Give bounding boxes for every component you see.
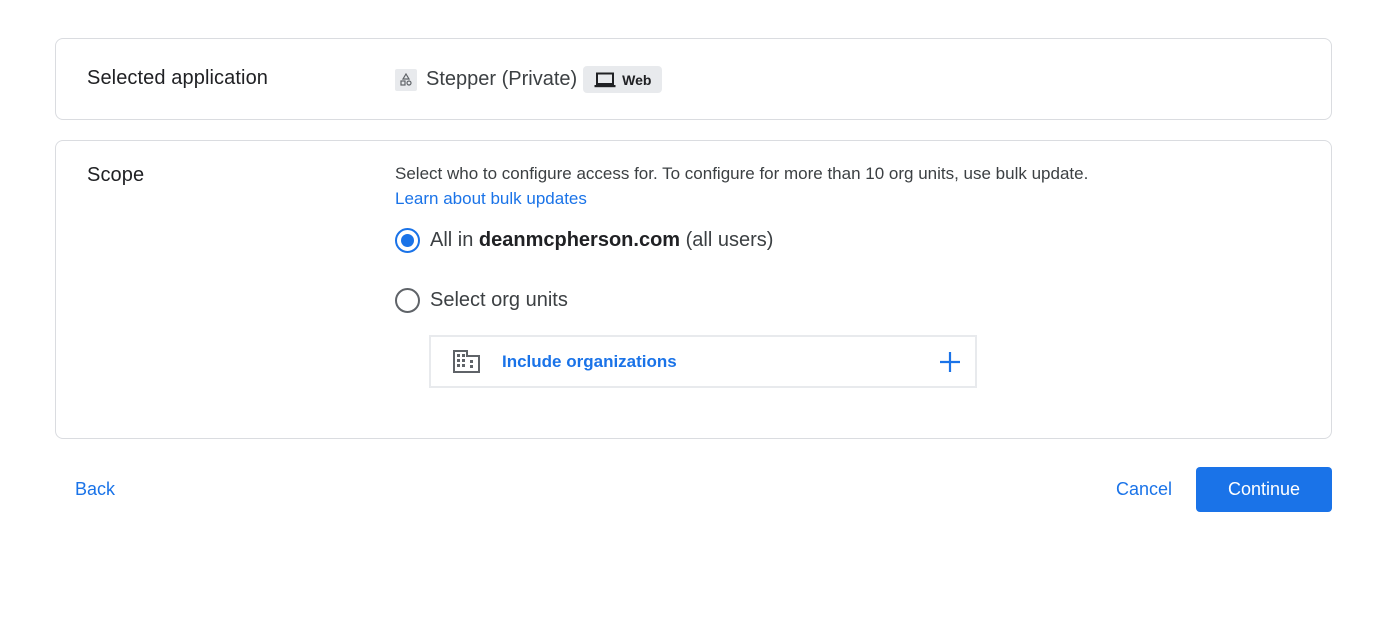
- platform-chip-label: Web: [622, 71, 652, 88]
- selected-application-label: Selected application: [87, 67, 269, 89]
- continue-button[interactable]: Continue: [1196, 467, 1332, 512]
- scope-description: Select who to configure access for. To c…: [395, 164, 1089, 183]
- scope-label: Scope: [87, 164, 145, 186]
- building-icon: [453, 350, 480, 373]
- domain-name: deanmcpherson.com: [478, 229, 681, 251]
- app-shapes-icon: [395, 68, 417, 91]
- plus-icon[interactable]: [939, 351, 961, 373]
- radio-select-org-units[interactable]: Select org units: [395, 288, 568, 313]
- radio-all-users-label: All in deanmcpherson.com (all users): [430, 229, 774, 251]
- include-organizations-label: Include organizations: [502, 351, 677, 371]
- selected-application-card: Selected application Stepper (Private) W…: [55, 38, 1332, 120]
- radio-button-checked[interactable]: [395, 228, 420, 253]
- radio-select-org-units-label: Select org units: [430, 289, 568, 311]
- app-name: Stepper (Private): [426, 68, 578, 90]
- platform-chip: Web: [583, 66, 663, 93]
- radio-all-users[interactable]: All in deanmcpherson.com (all users): [395, 228, 773, 253]
- learn-bulk-updates-link[interactable]: Learn about bulk updates: [395, 187, 587, 211]
- scope-card: Scope Select who to configure access for…: [55, 140, 1332, 439]
- radio-button-unchecked[interactable]: [395, 288, 420, 313]
- selected-application-row: Stepper (Private) Web: [395, 66, 663, 93]
- back-button[interactable]: Back: [60, 467, 130, 512]
- cancel-button[interactable]: Cancel: [1102, 467, 1186, 512]
- laptop-icon: [594, 72, 616, 87]
- include-organizations-button[interactable]: Include organizations: [429, 335, 977, 388]
